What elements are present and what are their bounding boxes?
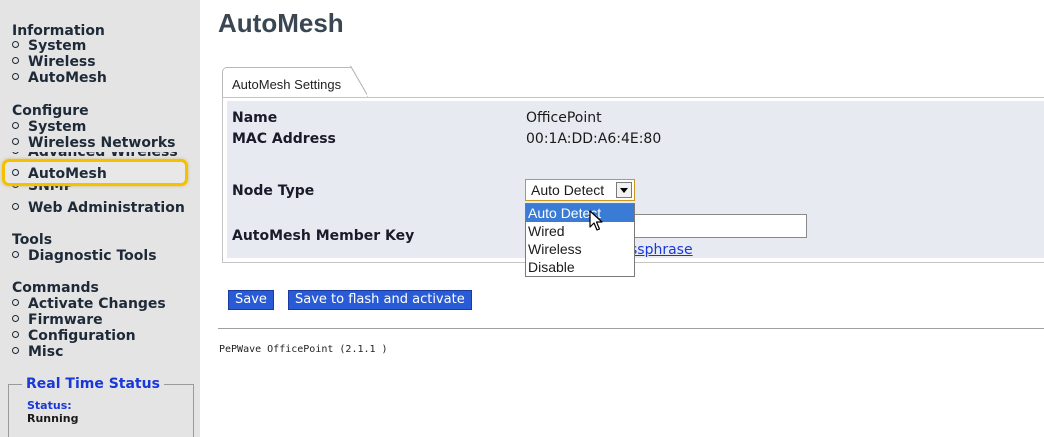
member-key-input[interactable] (632, 214, 807, 238)
sidebar-item-info-wireless[interactable]: Wireless (12, 55, 96, 69)
option-auto-detect[interactable]: Auto Detect (526, 204, 634, 222)
footer-version: PePWave OfficePoint (2.1.1 ) (219, 344, 388, 355)
chevron-down-icon[interactable] (616, 182, 632, 198)
sidebar-item-firmware[interactable]: Firmware (12, 313, 103, 327)
bullet-icon (12, 122, 19, 129)
sidebar-item-label: Misc (28, 344, 64, 360)
node-type-selected-value: Auto Detect (531, 182, 605, 198)
sidebar-item-cfg-web-administration[interactable]: Web Administration (12, 201, 185, 215)
bullet-icon (12, 73, 19, 80)
sidebar-item-label: Firmware (28, 312, 103, 328)
bullet-icon (12, 203, 19, 210)
sidebar: Information System Wireless AutoMesh Con… (0, 0, 200, 437)
bullet-icon (12, 315, 19, 322)
bullet-icon (12, 152, 19, 154)
mac-address-label: MAC Address (232, 131, 336, 147)
save-flash-activate-button[interactable]: Save to flash and activate (288, 290, 472, 310)
mac-address-value: 00:1A:DD:A6:4E:80 (526, 131, 662, 147)
save-button[interactable]: Save (228, 290, 274, 310)
sidebar-item-label: Activate Changes (28, 296, 166, 312)
sidebar-item-label: System (28, 119, 87, 135)
divider (218, 328, 1044, 329)
sidebar-item-configuration[interactable]: Configuration (12, 329, 136, 343)
bullet-icon (12, 299, 19, 306)
node-type-dropdown: Auto Detect Wired Wireless Disable (525, 203, 635, 277)
member-key-label: AutoMesh Member Key (232, 228, 415, 244)
sidebar-item-label: Diagnostic Tools (28, 248, 157, 264)
real-time-status-title: Real Time Status (22, 376, 164, 392)
sidebar-item-label: Wireless (28, 54, 96, 70)
sidebar-item-label: Configuration (28, 328, 136, 344)
option-wired[interactable]: Wired (526, 222, 634, 240)
bullet-icon (12, 57, 19, 64)
bullet-icon (12, 138, 19, 145)
sidebar-item-label: Web Administration (28, 200, 185, 216)
option-disable[interactable]: Disable (526, 258, 634, 276)
option-wireless[interactable]: Wireless (526, 240, 634, 258)
sidebar-item-info-automesh[interactable]: AutoMesh (12, 71, 107, 85)
status-value: Running (27, 412, 79, 425)
section-title-commands: Commands (12, 280, 99, 296)
bullet-icon (12, 169, 19, 176)
sidebar-item-label: AutoMesh (28, 166, 107, 182)
name-label: Name (232, 110, 278, 126)
sidebar-item-cfg-wireless-networks[interactable]: Wireless Networks (12, 136, 175, 150)
bullet-icon (12, 41, 19, 48)
sidebar-item-cfg-automesh[interactable]: AutoMesh (12, 167, 107, 181)
name-value: OfficePoint (526, 110, 602, 126)
section-title-tools: Tools (12, 232, 53, 248)
node-type-label: Node Type (232, 183, 315, 199)
bullet-icon (12, 251, 19, 258)
sidebar-item-info-system[interactable]: System (12, 39, 86, 53)
status-label: Status: (27, 399, 72, 412)
tab-automesh-settings[interactable]: AutoMesh Settings (222, 67, 368, 97)
sidebar-item-label: AutoMesh (28, 70, 107, 86)
bullet-icon (12, 331, 19, 338)
page-title: AutoMesh (218, 8, 344, 38)
bullet-icon (12, 347, 19, 354)
section-title-configure: Configure (12, 103, 89, 119)
sidebar-item-label: System (28, 38, 87, 54)
sidebar-item-label: Wireless Networks (28, 135, 176, 151)
section-title-information: Information (12, 23, 105, 39)
sidebar-item-cfg-system[interactable]: System (12, 120, 86, 134)
sidebar-item-misc[interactable]: Misc (12, 345, 63, 359)
sidebar-item-activate-changes[interactable]: Activate Changes (12, 297, 166, 311)
node-type-select[interactable]: Auto Detect (525, 179, 635, 201)
mouse-cursor-icon (589, 210, 603, 231)
sidebar-item-diagnostic-tools[interactable]: Diagnostic Tools (12, 249, 157, 263)
